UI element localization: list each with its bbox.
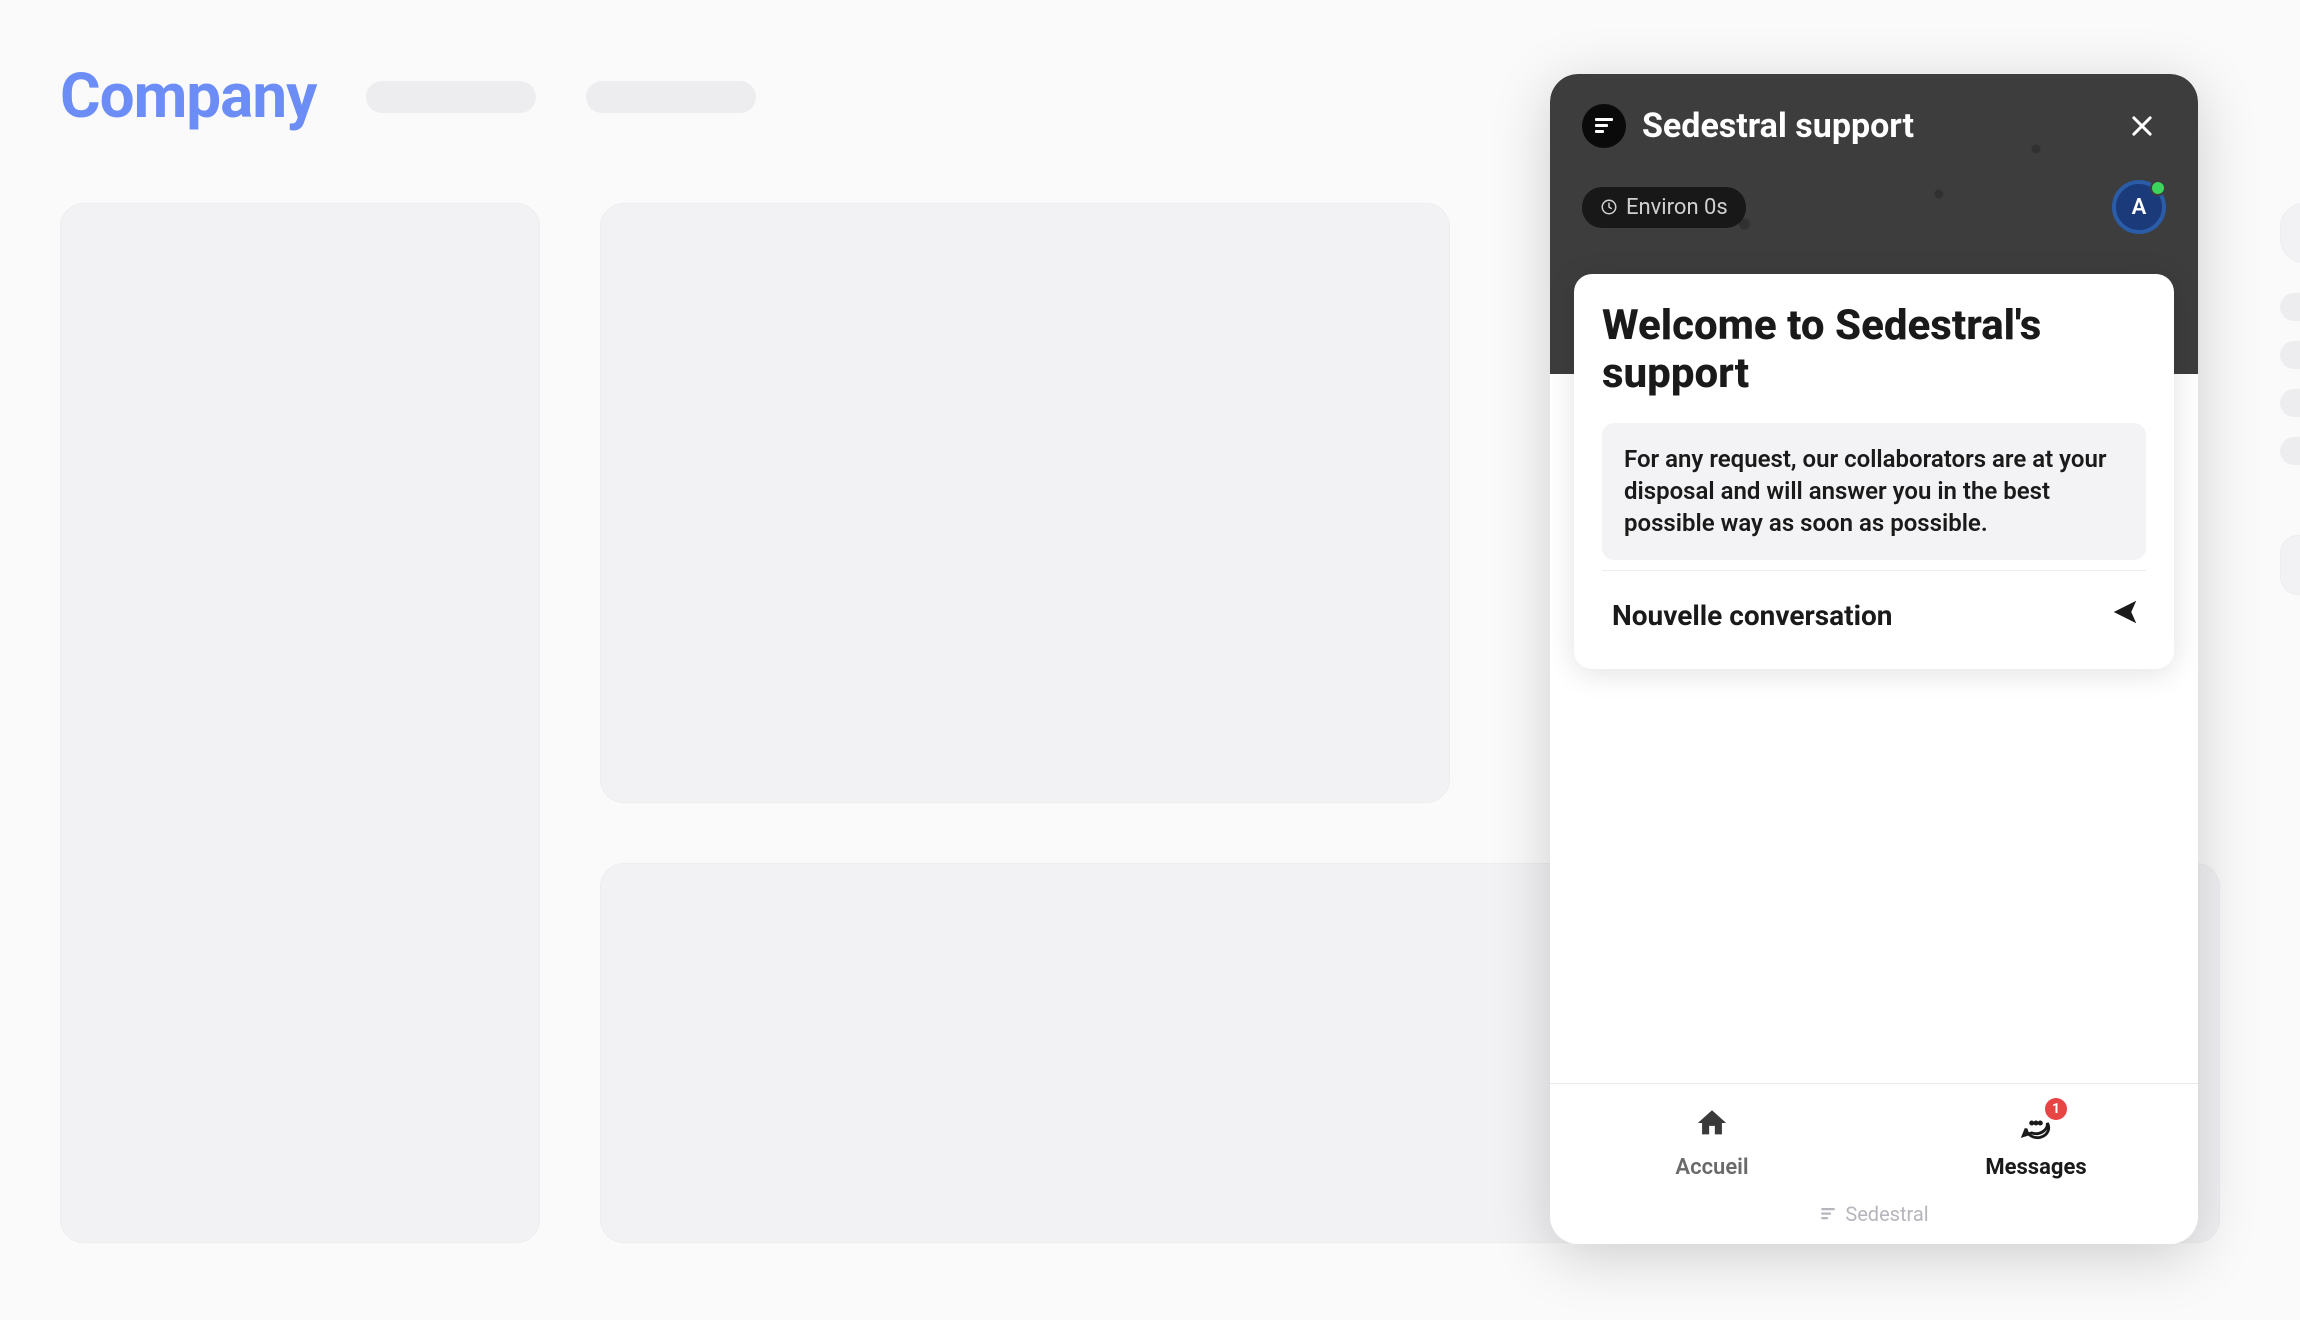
home-icon <box>1695 1106 1729 1149</box>
main-card-placeholder-top <box>600 203 1450 803</box>
placeholder-bar <box>2280 293 2300 321</box>
response-time-text: Environ 0s <box>1626 195 1728 220</box>
welcome-card: Welcome to Sedestral's support For any r… <box>1574 274 2174 669</box>
response-time-badge: Environ 0s <box>1582 187 1746 228</box>
agent-avatar: A <box>2112 180 2166 234</box>
avatar-initial: A <box>2132 195 2147 220</box>
left-column <box>60 203 540 1243</box>
close-icon <box>2128 112 2156 140</box>
clock-icon <box>1600 198 1618 216</box>
chat-body-spacer <box>1550 669 2198 1083</box>
page-title: Company <box>60 60 316 133</box>
right-button-placeholder <box>2280 535 2300 595</box>
right-column <box>2280 203 2300 1243</box>
chat-bottom-nav: Accueil 1 Messages <box>1550 1083 2198 1194</box>
online-status-indicator <box>2150 180 2166 196</box>
right-bars-group <box>2280 293 2300 465</box>
header-placeholder-1 <box>366 81 536 113</box>
placeholder-bar <box>2280 389 2300 417</box>
nav-messages-label: Messages <box>1985 1155 2086 1180</box>
nav-home-label: Accueil <box>1675 1155 1748 1180</box>
nav-home[interactable]: Accueil <box>1550 1084 1874 1194</box>
placeholder-bar <box>2280 437 2300 465</box>
chat-footer-brand-label: Sedestral <box>1845 1202 1928 1226</box>
welcome-description: For any request, our collaborators are a… <box>1602 423 2146 560</box>
support-chat-widget: Sedestral support Environ 0s A <box>1550 74 2198 1244</box>
chat-bubble-icon: 1 <box>2019 1106 2053 1149</box>
new-conversation-button[interactable]: Nouvelle conversation <box>1602 570 2146 641</box>
chat-brand: Sedestral support <box>1582 104 1914 148</box>
send-icon <box>2110 597 2140 635</box>
chat-footer-brand[interactable]: Sedestral <box>1550 1194 2198 1244</box>
welcome-title: Welcome to Sedestral's support <box>1602 302 2146 399</box>
right-card-placeholder <box>2280 203 2300 263</box>
placeholder-bar <box>2280 341 2300 369</box>
header-placeholder-2 <box>586 81 756 113</box>
new-conversation-label: Nouvelle conversation <box>1612 599 1892 632</box>
brand-footer-icon <box>1819 1205 1837 1223</box>
sidebar-card-placeholder <box>60 203 540 1243</box>
chat-title: Sedestral support <box>1642 106 1914 146</box>
brand-logo-icon <box>1582 104 1626 148</box>
messages-badge: 1 <box>2045 1098 2067 1120</box>
nav-messages[interactable]: 1 Messages <box>1874 1084 2198 1194</box>
close-button[interactable] <box>2118 102 2166 150</box>
